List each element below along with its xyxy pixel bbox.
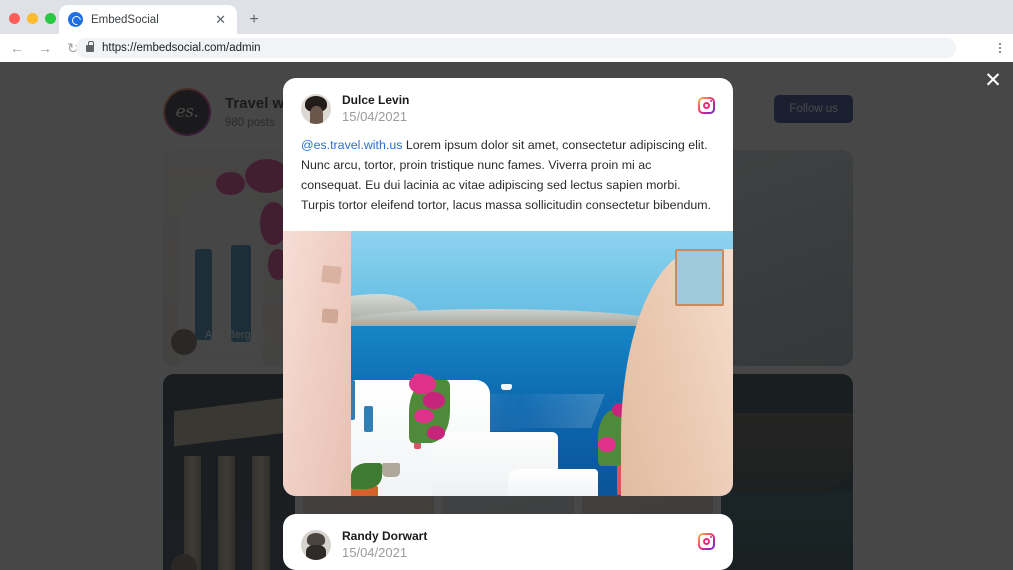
post-header: Dulce Levin 15/04/2021 [283,78,733,124]
post-author: Dulce Levin [342,93,410,107]
tab-title: EmbedSocial [91,13,159,26]
post-date: 15/04/2021 [342,109,408,124]
browser-toolbar: ← → ↻ https://embedsocial.com/admin [0,34,1013,62]
window-close-button[interactable] [9,13,20,24]
post-text: Lorem ipsum dolor sit amet, consectetur … [283,560,733,570]
kebab-menu-icon[interactable] [993,41,1007,55]
forward-icon[interactable]: → [35,38,55,58]
window-minimize-button[interactable] [27,13,38,24]
address-bar[interactable]: https://embedsocial.com/admin [76,38,956,58]
photo-wall-left [283,231,351,496]
browser-tab[interactable]: EmbedSocial ✕ [59,5,237,34]
avatar [301,93,331,124]
lock-icon [86,40,94,52]
embedsocial-favicon-icon [68,12,83,27]
browser-chrome: EmbedSocial ✕ + ← → ↻ https://embedsocia… [0,0,1013,62]
post-text: @es.travel.with.us Lorem ipsum dolor sit… [283,124,733,231]
post-header: Randy Dorwart 15/04/2021 [283,514,733,560]
instagram-icon[interactable] [698,97,715,114]
url-text: https://embedsocial.com/admin [102,42,261,54]
window-maximize-button[interactable] [45,13,56,24]
post-card: Dulce Levin 15/04/2021 @es.travel.with.u… [283,78,733,496]
post-author: Randy Dorwart [342,529,428,543]
close-icon[interactable]: ✕ [981,68,1005,92]
avatar [301,529,331,560]
tab-strip: EmbedSocial ✕ + [0,0,1013,34]
back-icon[interactable]: ← [7,38,27,58]
tab-close-icon[interactable]: ✕ [213,11,228,28]
app-root: EmbedSocial ✕ + ← → ↻ https://embedsocia… [0,0,1013,570]
post-date: 15/04/2021 [342,545,408,560]
mention-link[interactable]: @es.travel.with.us [301,138,402,152]
post-detail-modal: Dulce Levin 15/04/2021 @es.travel.with.u… [283,78,733,570]
post-card: Randy Dorwart 15/04/2021 Lorem ipsum dol… [283,514,733,570]
new-tab-button[interactable]: + [243,9,265,31]
window-traffic-lights[interactable] [9,13,56,24]
post-image[interactable] [283,231,733,496]
instagram-icon[interactable] [698,533,715,550]
photo-window [674,248,724,306]
